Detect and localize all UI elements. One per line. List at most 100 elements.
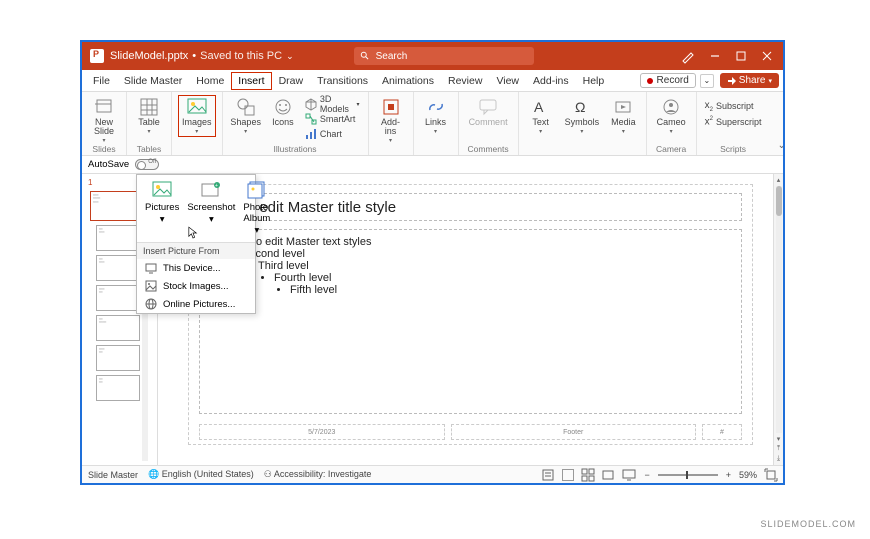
cameo-icon [662,98,680,116]
tab-help[interactable]: Help [576,72,612,90]
globe-icon [145,298,157,310]
minimize-button[interactable] [709,50,721,62]
maximize-button[interactable] [735,50,747,62]
tab-insert[interactable]: Insert [231,72,271,90]
reading-view-button[interactable] [602,469,614,481]
cube-icon [305,98,317,110]
shapes-button[interactable]: Shapes▾ [229,95,263,137]
filename: SlideModel.pptx [110,50,188,62]
icons-icon [274,98,292,116]
thumbnail-layout[interactable]: ━━━━━ [96,285,140,311]
this-device-item[interactable]: This Device... [137,259,255,277]
body-placeholder[interactable]: Click to edit Master text styles Second … [199,229,742,414]
watermark: SLIDEMODEL.COM [760,519,856,529]
title-caret-icon[interactable]: ⌄ [286,51,294,62]
thumbnail-master[interactable]: ━━━━━━━━━━ [90,191,140,221]
record-dropdown[interactable]: ⌄ [700,74,714,88]
number-placeholder[interactable]: # [702,424,742,440]
table-icon [140,98,158,116]
links-button[interactable]: Links▾ [420,95,452,137]
share-icon [727,76,736,85]
svg-text:+: + [215,183,218,189]
search-box[interactable]: Search [354,47,534,65]
addins-button[interactable]: Add- ins▾ [375,95,407,146]
slide-number: 1 [86,178,92,187]
footer-placeholder[interactable]: Footer [451,424,697,440]
picture-icon [152,181,172,199]
ribbon: New Slide▾ Slides Table▾ Tables Images▾ [82,92,783,156]
tab-transitions[interactable]: Transitions [310,72,375,90]
shapes-icon [237,98,255,116]
status-lang[interactable]: 🌐 English (United States) [148,469,254,480]
search-placeholder: Search [376,51,408,62]
tab-file[interactable]: File [86,72,117,90]
tab-draw[interactable]: Draw [272,72,311,90]
3d-models-button[interactable]: 3D Models▾ [303,97,362,111]
thumbnail-layout[interactable]: ━━━━━ [96,255,140,281]
text-button[interactable]: A Text▾ [525,95,557,137]
sorter-view-button[interactable] [582,469,594,481]
thumbnail-layout[interactable]: ━━━━ [96,375,140,401]
tab-animations[interactable]: Animations [375,72,441,90]
powerpoint-icon [90,49,104,63]
zoom-out-button[interactable]: − [644,470,649,480]
tab-view[interactable]: View [489,72,526,90]
save-state: Saved to this PC [200,50,282,62]
vertical-scrollbar[interactable]: ▴ ▾ ⤒ ⤓ [773,174,783,465]
smartart-button[interactable]: SmartArt [303,112,362,126]
addins-icon [382,98,400,116]
media-button[interactable]: Media▾ [607,95,640,137]
fit-button[interactable] [765,469,777,481]
new-slide-button[interactable]: New Slide▾ [88,95,120,146]
tab-review[interactable]: Review [441,72,489,90]
share-button[interactable]: Share▾ [720,73,779,88]
online-pictures-item[interactable]: Online Pictures... [137,295,255,313]
symbols-button[interactable]: Ω Symbols▾ [561,95,604,137]
collapse-ribbon-button[interactable]: ⌄ [770,136,786,155]
ribbon-tabs: File Slide Master Home Insert Draw Trans… [82,70,783,92]
scroll-down-icon[interactable]: ▾ [777,435,781,443]
close-button[interactable] [761,50,773,62]
pen-icon[interactable] [681,49,695,63]
record-button[interactable]: Record [640,73,696,88]
status-accessibility[interactable]: ⚇ Accessibility: Investigate [264,469,372,480]
thumbnail-layout[interactable]: ━━━━━ [96,225,140,251]
photo-album-button[interactable]: Photo Album▾ [239,179,274,238]
chart-button[interactable]: Chart [303,127,362,141]
screenshot-icon: + [201,181,221,199]
thumbnail-layout[interactable]: ━━━━━━ [96,315,140,341]
tab-add-ins[interactable]: Add-ins [526,72,576,90]
comment-button[interactable]: Comment [465,95,512,129]
titlebar: SlideModel.pptx • Saved to this PC ⌄ Sea… [82,42,783,70]
table-button[interactable]: Table▾ [133,95,165,137]
prev-slide-icon[interactable]: ⤒ [777,445,780,453]
zoom-in-button[interactable]: + [726,470,731,480]
tab-home[interactable]: Home [189,72,231,90]
zoom-slider[interactable] [658,474,718,476]
superscript-button[interactable]: x2Superscript [703,115,764,129]
title-placeholder[interactable]: Click to edit Master title style [199,193,742,221]
thumbnail-layout[interactable]: ━━━━━ [96,345,140,371]
next-slide-icon[interactable]: ⤓ [777,455,780,463]
autosave-toggle[interactable]: Off [135,159,159,170]
slideshow-button[interactable] [622,469,636,481]
statusbar: Slide Master 🌐 English (United States) ⚇… [82,465,783,483]
date-placeholder[interactable]: 5/7/2023 [199,424,445,440]
stock-images-item[interactable]: Stock Images... [137,277,255,295]
images-button[interactable]: Images▾ [178,95,216,137]
zoom-level[interactable]: 59% [739,470,757,480]
notes-button[interactable] [542,469,554,481]
subscript-button[interactable]: x2Subscript [703,99,764,113]
comment-icon [479,98,497,116]
stock-icon [145,280,157,292]
scroll-up-icon[interactable]: ▴ [777,176,781,184]
tab-slide-master[interactable]: Slide Master [117,72,189,90]
powerpoint-window: SlideModel.pptx • Saved to this PC ⌄ Sea… [80,40,785,485]
cursor-icon [188,226,198,240]
icons-button[interactable]: Icons [267,95,299,129]
pictures-button[interactable]: Pictures▾ [141,179,183,238]
cameo-button[interactable]: Cameo▾ [653,95,690,137]
normal-view-button[interactable] [562,469,574,481]
album-icon [247,181,267,199]
record-dot-icon [647,78,653,84]
